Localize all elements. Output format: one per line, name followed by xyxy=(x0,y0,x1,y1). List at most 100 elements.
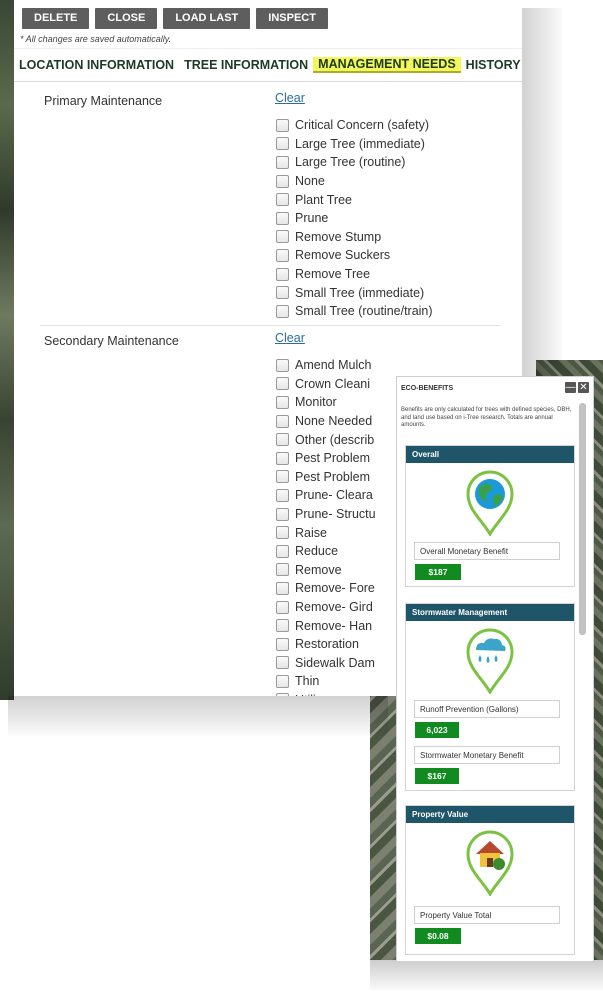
secondary-option[interactable]: Raise xyxy=(276,523,376,542)
secondary-checkbox[interactable] xyxy=(276,395,289,409)
panel-shadow-bottom xyxy=(8,696,388,736)
primary-checkbox[interactable] xyxy=(276,286,289,300)
property-value-card: Property Value Property Value Total $0.0… xyxy=(405,805,575,955)
autosave-note: * All changes are saved automatically. xyxy=(20,34,172,44)
secondary-checkbox[interactable] xyxy=(276,358,289,372)
secondary-checkbox[interactable] xyxy=(276,544,289,558)
primary-checkbox[interactable] xyxy=(276,118,289,132)
primary-checkbox[interactable] xyxy=(276,267,289,281)
secondary-checkbox[interactable] xyxy=(276,526,289,540)
secondary-checkbox[interactable] xyxy=(276,377,289,391)
primary-option[interactable]: Remove Tree xyxy=(276,265,433,284)
primary-option[interactable]: Prune xyxy=(276,209,433,228)
secondary-checkbox[interactable] xyxy=(276,433,289,447)
secondary-checkbox[interactable] xyxy=(276,656,289,670)
primary-options: Critical Concern (safety) Large Tree (imm… xyxy=(276,116,433,321)
overall-monetary-benefit-value: $187 xyxy=(415,564,461,580)
section-divider xyxy=(40,325,500,326)
primary-option[interactable]: Critical Concern (safety) xyxy=(276,116,433,135)
secondary-option-label: Remove- Gird xyxy=(295,600,373,615)
secondary-option[interactable]: Remove- Fore xyxy=(276,579,376,598)
secondary-option-label: Monitor xyxy=(295,395,337,410)
secondary-checkbox[interactable] xyxy=(276,637,289,651)
secondary-option[interactable]: Amend Mulch xyxy=(276,356,376,375)
primary-option[interactable]: Remove Suckers xyxy=(276,246,433,265)
secondary-option[interactable]: Prune- Cleara xyxy=(276,486,376,505)
close-icon[interactable]: ✕ xyxy=(578,382,589,393)
primary-checkbox[interactable] xyxy=(276,230,289,244)
secondary-checkbox[interactable] xyxy=(276,674,289,688)
close-button[interactable]: CLOSE xyxy=(95,8,158,29)
eco-scrollbar[interactable] xyxy=(579,403,586,635)
inspect-button[interactable]: INSPECT xyxy=(256,8,328,29)
property-value-card-title: Property Value xyxy=(406,806,574,823)
secondary-option[interactable]: Remove- Han xyxy=(276,616,376,635)
secondary-option[interactable]: Monitor xyxy=(276,393,376,412)
primary-option-label: None xyxy=(295,174,325,189)
secondary-option[interactable]: Pest Problem xyxy=(276,449,376,468)
minimize-icon[interactable]: — xyxy=(565,382,576,393)
primary-option[interactable]: Plant Tree xyxy=(276,190,433,209)
tab-history[interactable]: HISTORY xyxy=(461,58,522,72)
map-background-left xyxy=(0,0,14,700)
secondary-option[interactable]: Sidewalk Dam xyxy=(276,654,376,673)
primary-option-label: Large Tree (immediate) xyxy=(295,136,425,151)
tab-location-information[interactable]: LOCATION INFORMATION xyxy=(14,58,179,72)
tab-tree-information[interactable]: TREE INFORMATION xyxy=(179,58,313,72)
secondary-checkbox[interactable] xyxy=(276,693,289,696)
secondary-option[interactable]: Thin xyxy=(276,672,376,691)
load-last-button[interactable]: LOAD LAST xyxy=(163,8,251,29)
primary-checkbox[interactable] xyxy=(276,174,289,188)
secondary-option[interactable]: Reduce xyxy=(276,542,376,561)
secondary-option[interactable]: Other (describ xyxy=(276,430,376,449)
primary-option[interactable]: Large Tree (routine) xyxy=(276,153,433,172)
secondary-checkbox[interactable] xyxy=(276,470,289,484)
secondary-checkbox[interactable] xyxy=(276,600,289,614)
primary-checkbox[interactable] xyxy=(276,248,289,262)
primary-checkbox[interactable] xyxy=(276,155,289,169)
primary-option[interactable]: Small Tree (routine/train) xyxy=(276,302,433,321)
secondary-checkbox[interactable] xyxy=(276,507,289,521)
delete-button[interactable]: DELETE xyxy=(22,8,90,29)
secondary-checkbox[interactable] xyxy=(276,619,289,633)
secondary-option[interactable]: Remove xyxy=(276,561,376,580)
primary-option[interactable]: None xyxy=(276,172,433,191)
secondary-checkbox[interactable] xyxy=(276,451,289,465)
secondary-checkbox[interactable] xyxy=(276,563,289,577)
secondary-option[interactable]: Remove- Gird xyxy=(276,598,376,617)
primary-option[interactable]: Small Tree (immediate) xyxy=(276,283,433,302)
overall-card: Overall Overall Monetary Benefit $187 xyxy=(405,445,575,587)
primary-option-label: Remove Tree xyxy=(295,267,371,282)
secondary-checkbox[interactable] xyxy=(276,488,289,502)
secondary-option[interactable]: Pest Problem xyxy=(276,468,376,487)
secondary-option[interactable]: Restoration xyxy=(276,635,376,654)
tab-management-needs[interactable]: MANAGEMENT NEEDS xyxy=(313,57,461,73)
stormwater-card: Stormwater Management Runoff Prevention … xyxy=(405,603,575,791)
secondary-clear-link[interactable]: Clear xyxy=(275,331,305,345)
secondary-option-label: Sidewalk Dam xyxy=(295,655,375,670)
primary-checkbox[interactable] xyxy=(276,137,289,151)
property-value-total-label: Property Value Total xyxy=(414,906,560,924)
secondary-option[interactable]: None Needed xyxy=(276,412,376,431)
primary-option[interactable]: Remove Stump xyxy=(276,228,433,247)
overall-card-title: Overall xyxy=(406,446,574,463)
primary-checkbox[interactable] xyxy=(276,211,289,225)
secondary-option[interactable]: Utili xyxy=(276,691,376,696)
secondary-option-label: Amend Mulch xyxy=(295,358,372,373)
secondary-option-label: Prune- Structu xyxy=(295,507,376,522)
primary-checkbox[interactable] xyxy=(276,304,289,318)
tab-bar: LOCATION INFORMATION TREE INFORMATION MA… xyxy=(14,48,522,82)
primary-clear-link[interactable]: Clear xyxy=(275,91,305,105)
secondary-option-label: Pest Problem xyxy=(295,451,371,466)
primary-checkbox[interactable] xyxy=(276,193,289,207)
stormwater-card-title: Stormwater Management xyxy=(406,604,574,621)
property-value-total-value: $0.08 xyxy=(415,928,461,944)
eco-benefits-title: ECO-BENEFITS xyxy=(401,385,454,392)
secondary-option[interactable]: Prune- Structu xyxy=(276,505,376,524)
secondary-checkbox[interactable] xyxy=(276,414,289,428)
rain-cloud-icon xyxy=(466,628,514,694)
secondary-option[interactable]: Crown Cleani xyxy=(276,375,376,394)
secondary-checkbox[interactable] xyxy=(276,581,289,595)
primary-option-label: Remove Stump xyxy=(295,229,382,244)
primary-option[interactable]: Large Tree (immediate) xyxy=(276,135,433,154)
